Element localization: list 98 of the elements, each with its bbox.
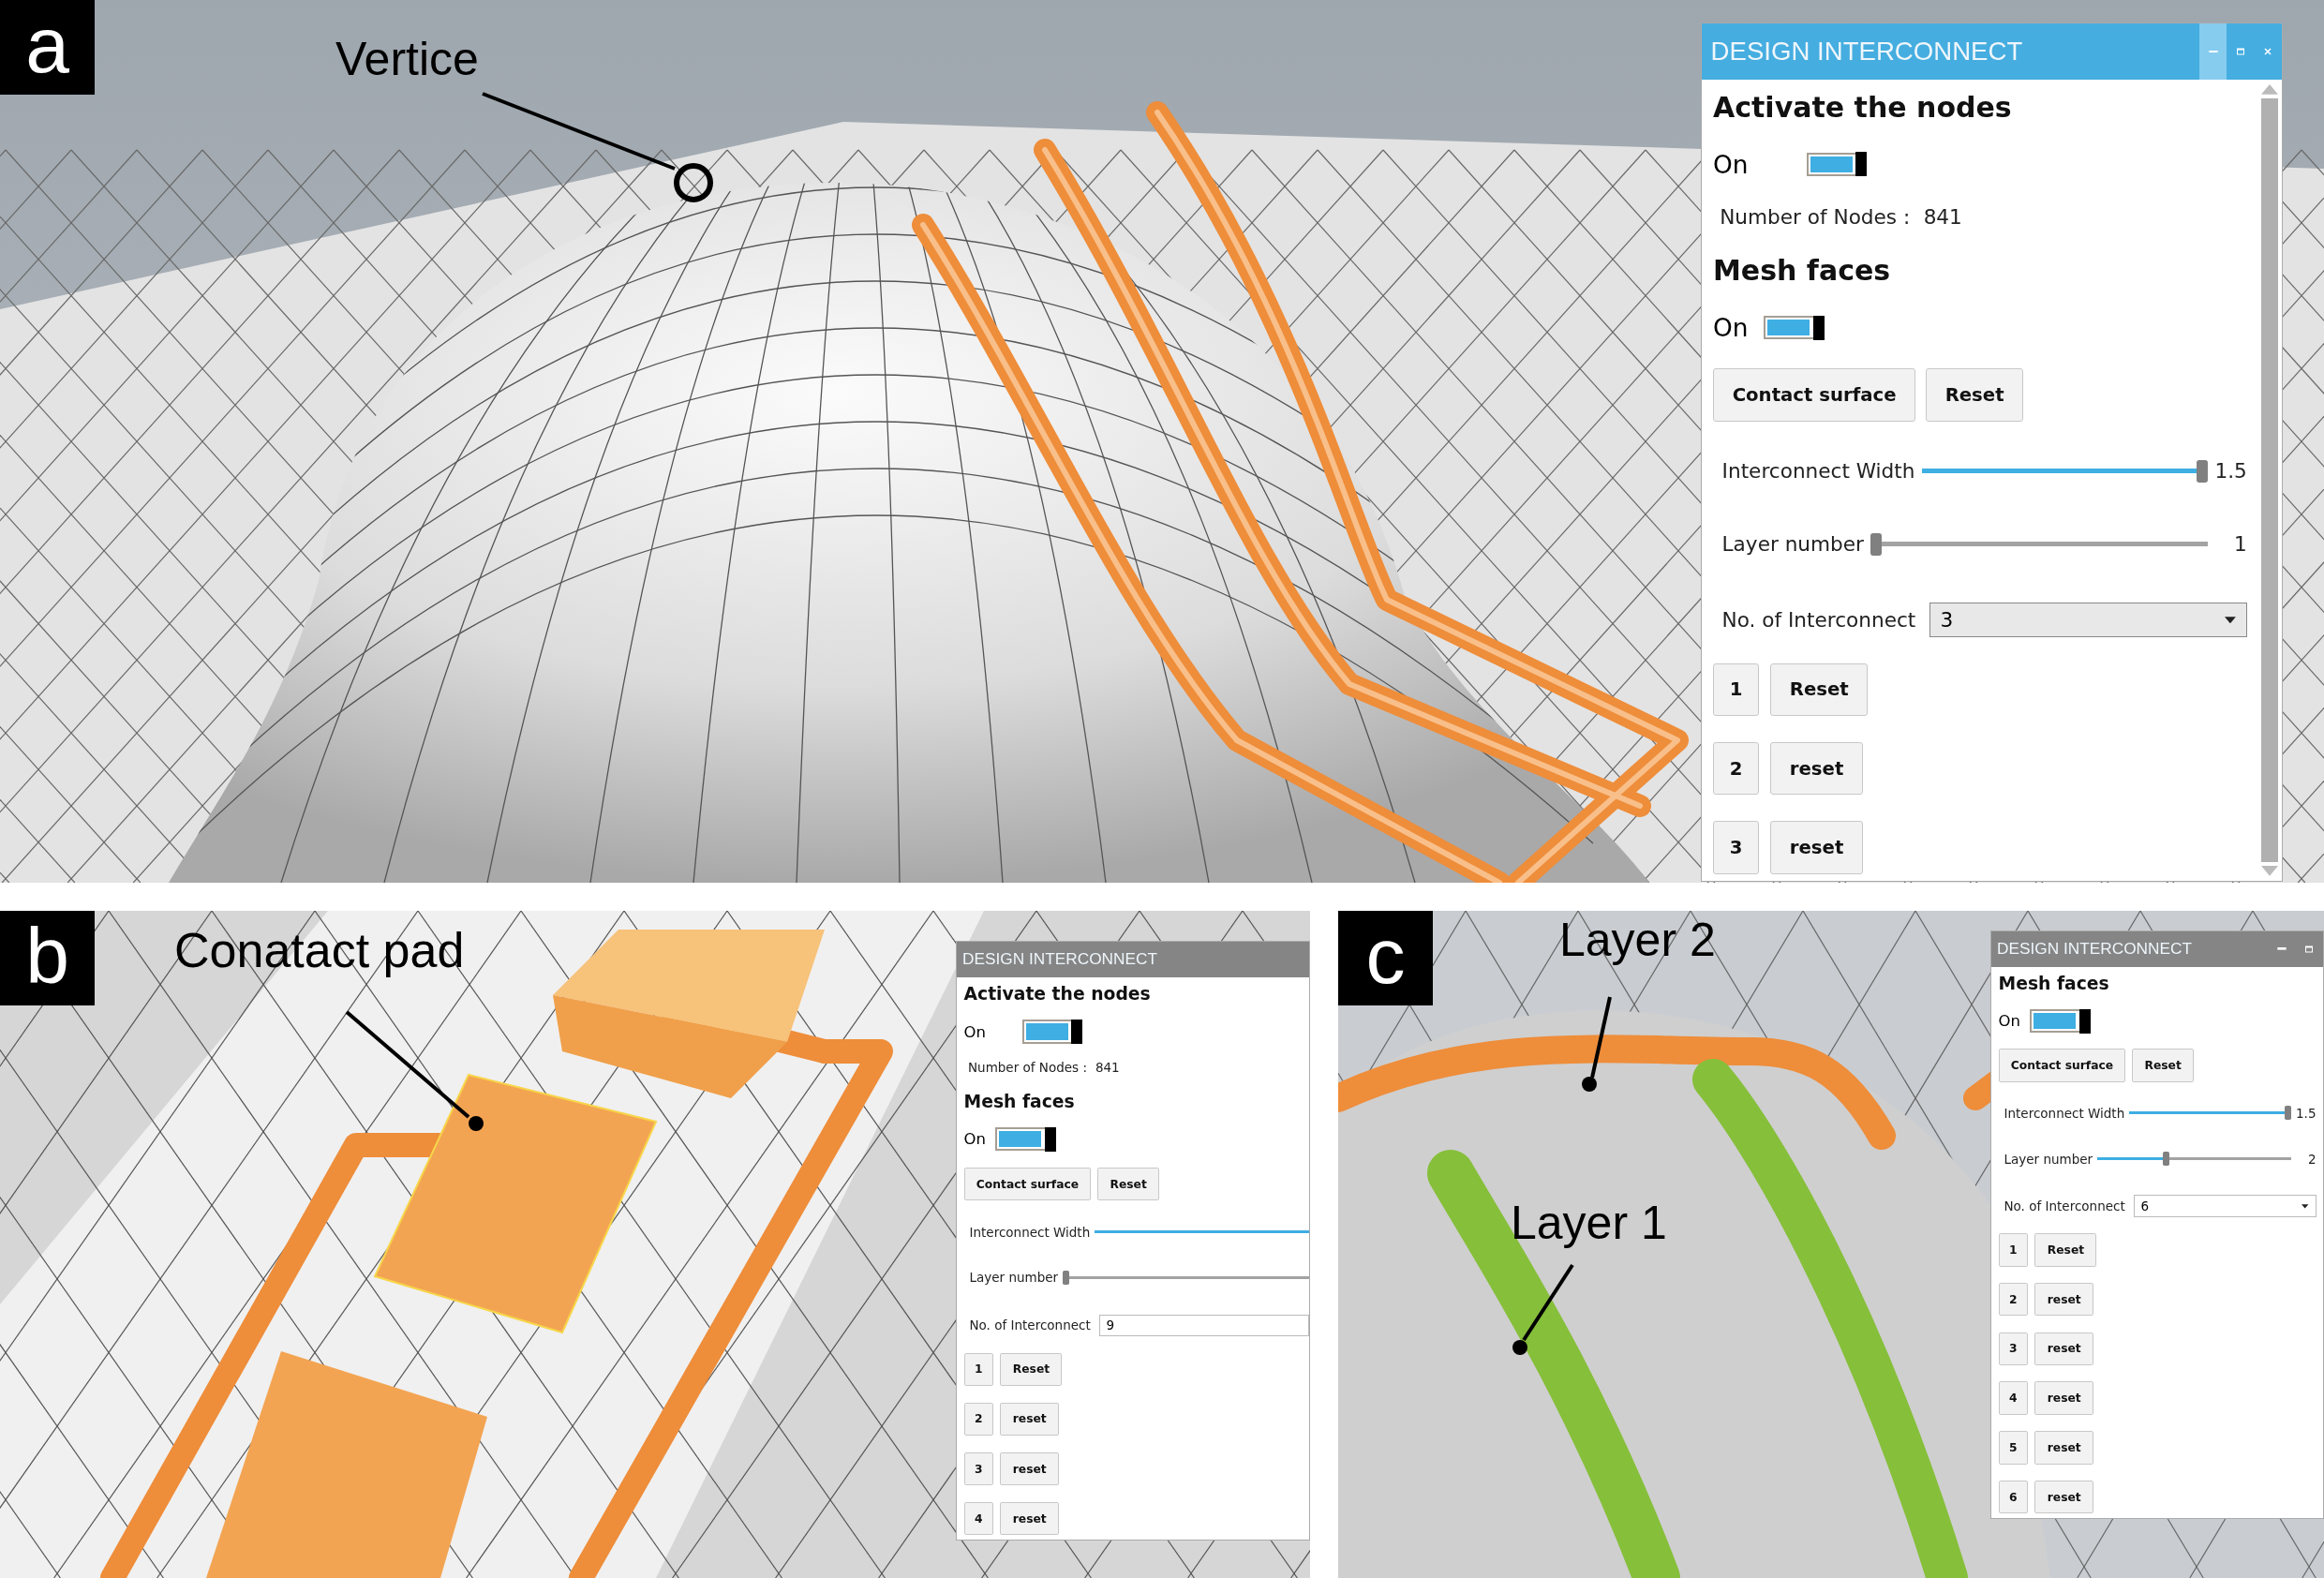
slider-thumb[interactable] <box>1062 1270 1070 1285</box>
slider[interactable] <box>2128 1106 2292 1121</box>
number-button[interactable]: 3 <box>963 1451 993 1486</box>
dropdown-label: No. of Interconnect <box>1721 608 1916 633</box>
caret-icon <box>2225 616 2236 624</box>
section-heading: Mesh faces <box>1713 254 1892 288</box>
slider-thumb[interactable] <box>1870 532 1883 556</box>
slider-value: 1.5 <box>2214 459 2247 484</box>
close-icon <box>2263 47 2273 56</box>
toggle-switch[interactable] <box>2030 1009 2091 1034</box>
reset-button[interactable]: reset <box>2034 1381 2093 1415</box>
slider-label: Layer number <box>2004 1151 2093 1167</box>
slider-label: Interconnect Width <box>1721 459 1915 484</box>
minimize-icon <box>2277 947 2287 951</box>
number-button[interactable]: 1 <box>1998 1233 2028 1267</box>
reset-button[interactable]: reset <box>1770 821 1863 874</box>
annotation-label: Layer 1 <box>1511 1198 1667 1249</box>
reset-button[interactable]: reset <box>1000 1451 1059 1486</box>
action-button[interactable]: Contact surface <box>1713 368 1916 422</box>
action-button[interactable]: Reset <box>1097 1167 1160 1201</box>
action-button[interactable]: Contact surface <box>963 1167 1092 1201</box>
slider[interactable] <box>2096 1152 2292 1167</box>
dropdown[interactable]: 9 <box>1098 1314 1309 1337</box>
slider-label: Interconnect Width <box>969 1224 1091 1240</box>
window-title: DESIGN INTERCONNECT <box>962 949 1157 970</box>
info-value: 841 <box>1923 204 1962 229</box>
marker-dot <box>1512 1340 1527 1355</box>
slider[interactable] <box>1921 459 2209 483</box>
action-button[interactable]: Reset <box>2132 1049 2195 1083</box>
annotation-label: Layer 2 <box>1559 915 1716 966</box>
slider[interactable] <box>1870 532 2209 556</box>
window-title: DESIGN INTERCONNECT <box>1997 939 2192 960</box>
window-title: DESIGN INTERCONNECT <box>1710 37 2023 67</box>
toggle-label: On <box>963 1130 986 1149</box>
dropdown[interactable]: 3 <box>1929 603 2247 637</box>
reset-button[interactable]: reset <box>1000 1402 1059 1437</box>
panel-label: b <box>0 911 95 1005</box>
number-button[interactable]: 2 <box>1713 742 1760 796</box>
marker-ring <box>674 163 713 202</box>
action-button[interactable]: Reset <box>1925 368 2024 422</box>
reset-button[interactable]: reset <box>2034 1282 2093 1317</box>
reset-button[interactable]: reset <box>1770 742 1863 796</box>
info-value: 841 <box>1095 1060 1120 1076</box>
maximize-icon <box>2236 47 2245 56</box>
dropdown-label: No. of Interconnect <box>969 1317 1091 1333</box>
caret-icon <box>2302 1203 2309 1209</box>
toggle-label: On <box>1998 1012 2020 1031</box>
slider-value: 2 <box>2306 1151 2317 1167</box>
reset-button[interactable]: reset <box>2034 1431 2093 1465</box>
number-button[interactable]: 2 <box>1998 1282 2028 1317</box>
number-button[interactable]: 6 <box>1998 1480 2028 1514</box>
slider-value: 1 <box>2233 532 2247 557</box>
number-button[interactable]: 3 <box>1998 1332 2028 1366</box>
section-heading: Activate the nodes <box>1713 91 2013 124</box>
dropdown-label: No. of Interconnect <box>2004 1198 2125 1214</box>
toggle-label: On <box>1713 313 1749 343</box>
number-button[interactable]: 3 <box>1713 821 1760 874</box>
action-button[interactable]: Contact surface <box>1998 1049 2126 1083</box>
reset-button[interactable]: Reset <box>1000 1352 1063 1387</box>
number-button[interactable]: 1 <box>1713 662 1760 717</box>
toggle-switch[interactable] <box>1021 1020 1082 1044</box>
toggle-label: On <box>963 1022 986 1041</box>
number-button[interactable]: 4 <box>1998 1381 2028 1415</box>
toggle-switch[interactable] <box>1806 152 1867 176</box>
toggle-label: On <box>1713 149 1749 179</box>
slider-label: Interconnect Width <box>2004 1105 2125 1121</box>
panel-label: c <box>1338 911 1433 1005</box>
toggle-switch[interactable] <box>995 1126 1056 1152</box>
reset-button[interactable]: reset <box>2034 1332 2093 1366</box>
slider-label: Layer number <box>969 1270 1059 1286</box>
number-button[interactable]: 5 <box>1998 1431 2028 1465</box>
section-heading: Mesh faces <box>1998 974 2110 993</box>
panel-label: a <box>0 0 95 95</box>
slider-thumb[interactable] <box>2162 1152 2170 1167</box>
slider[interactable] <box>1062 1270 1309 1285</box>
toggle-switch[interactable] <box>1764 316 1825 340</box>
marker-dot <box>469 1116 484 1131</box>
reset-button[interactable]: Reset <box>2034 1233 2097 1267</box>
slider-thumb[interactable] <box>2197 459 2209 483</box>
annotation-label: Vertice <box>335 34 479 85</box>
section-heading: Mesh faces <box>963 1091 1076 1111</box>
slider-label: Layer number <box>1721 532 1864 557</box>
slider-value: 1.5 <box>2295 1105 2317 1121</box>
number-button[interactable]: 4 <box>963 1501 993 1536</box>
number-button[interactable]: 2 <box>963 1402 993 1437</box>
maximize-icon <box>2304 944 2315 954</box>
marker-dot <box>1582 1077 1597 1092</box>
minimize-icon <box>2208 50 2218 53</box>
info-label: Number of Nodes : <box>1720 204 1911 229</box>
annotation-label: Conatact pad <box>174 924 465 978</box>
reset-button[interactable]: Reset <box>1770 662 1869 717</box>
dropdown[interactable]: 6 <box>2133 1195 2317 1217</box>
slider-thumb[interactable] <box>2284 1106 2292 1121</box>
number-button[interactable]: 1 <box>963 1352 993 1387</box>
section-heading: Activate the nodes <box>963 984 1152 1004</box>
info-label: Number of Nodes : <box>968 1060 1087 1076</box>
reset-button[interactable]: reset <box>2034 1480 2093 1514</box>
reset-button[interactable]: reset <box>1000 1501 1059 1536</box>
